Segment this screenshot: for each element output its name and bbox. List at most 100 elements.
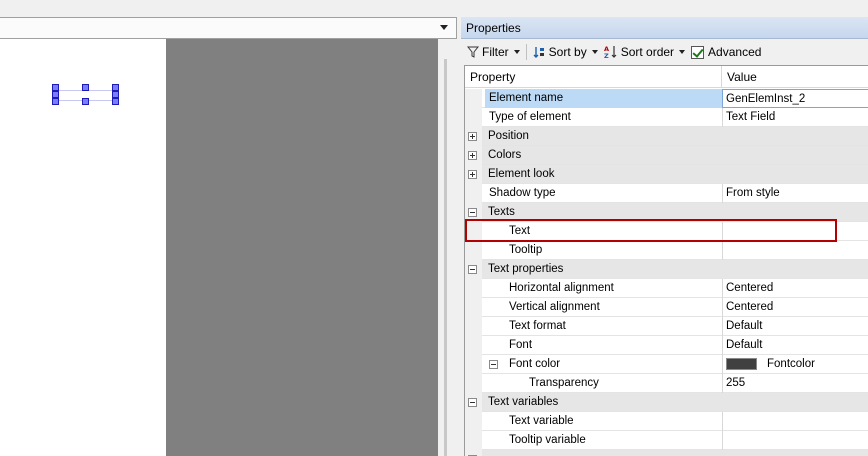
resize-handle-middle-right[interactable] bbox=[112, 91, 119, 98]
properties-panel-title: Properties bbox=[461, 17, 868, 39]
column-header-value[interactable]: Value bbox=[727, 70, 757, 84]
property-value[interactable] bbox=[722, 431, 868, 450]
property-category-row[interactable] bbox=[465, 450, 868, 456]
property-name: Element name bbox=[485, 89, 722, 108]
property-category-row[interactable]: Colors bbox=[465, 146, 868, 165]
chevron-down-icon[interactable] bbox=[440, 25, 448, 30]
resize-handle-top-left[interactable] bbox=[52, 84, 59, 91]
property-name: Font bbox=[509, 339, 533, 351]
property-name: Shadow type bbox=[489, 187, 556, 199]
property-value[interactable]: Text Field bbox=[722, 108, 868, 127]
expand-plus-icon[interactable] bbox=[468, 151, 477, 160]
canvas-outside-area bbox=[166, 39, 438, 456]
property-value[interactable]: From style bbox=[722, 184, 868, 203]
scrollbar-track[interactable] bbox=[444, 59, 447, 456]
property-name: Text variables bbox=[488, 396, 559, 408]
property-value[interactable] bbox=[722, 222, 868, 241]
collapse-minus-icon[interactable] bbox=[468, 208, 477, 217]
collapse-minus-icon[interactable] bbox=[489, 360, 498, 369]
row-gutter bbox=[465, 431, 482, 450]
property-name: Colors bbox=[488, 149, 522, 161]
property-row[interactable]: Font Default bbox=[465, 336, 868, 355]
resize-handle-top-center[interactable] bbox=[82, 84, 89, 91]
property-category-row[interactable]: Element look bbox=[465, 165, 868, 184]
property-value[interactable]: Fontcolor bbox=[722, 355, 868, 374]
sort-order-label: Sort order bbox=[620, 45, 675, 59]
advanced-toggle[interactable]: Advanced bbox=[691, 45, 761, 59]
property-name: Position bbox=[488, 130, 529, 142]
collapse-minus-icon[interactable] bbox=[468, 398, 477, 407]
property-row[interactable]: Vertical alignment Centered bbox=[465, 298, 868, 317]
property-name: Text bbox=[509, 225, 531, 237]
property-name: Text format bbox=[509, 320, 566, 332]
resize-handle-top-right[interactable] bbox=[112, 84, 119, 91]
property-value[interactable]: 255 bbox=[722, 374, 868, 393]
property-value[interactable]: Default bbox=[722, 336, 868, 355]
sort-by-button[interactable]: Sort by bbox=[533, 45, 598, 59]
collapse-minus-icon[interactable] bbox=[468, 265, 477, 274]
properties-toolbar: Filter Sort by A Z Sort order Advanced bbox=[461, 40, 868, 64]
property-row[interactable]: Horizontal alignment Centered bbox=[465, 279, 868, 298]
row-gutter bbox=[465, 108, 482, 127]
row-gutter bbox=[465, 374, 482, 393]
property-value[interactable]: Default bbox=[722, 317, 868, 336]
filter-icon bbox=[467, 46, 479, 58]
chevron-down-icon bbox=[679, 50, 686, 54]
font-color-name: Fontcolor bbox=[767, 358, 815, 370]
property-row[interactable]: Text variable bbox=[465, 412, 868, 431]
sort-order-az-icon: A Z bbox=[604, 45, 617, 59]
column-header-property[interactable]: Property bbox=[470, 70, 515, 84]
property-value bbox=[722, 165, 868, 184]
property-row[interactable]: Shadow type From style bbox=[465, 184, 868, 203]
resize-handle-bottom-center[interactable] bbox=[82, 98, 89, 105]
row-gutter bbox=[465, 222, 482, 241]
property-value[interactable]: GenElemInst_2 bbox=[722, 89, 868, 108]
resize-handle-bottom-left[interactable] bbox=[52, 98, 59, 105]
property-value bbox=[722, 393, 868, 412]
row-gutter bbox=[465, 317, 482, 336]
row-gutter bbox=[465, 298, 482, 317]
property-value bbox=[722, 146, 868, 165]
property-row[interactable]: Text bbox=[465, 222, 868, 241]
editor-header-bar bbox=[0, 17, 457, 39]
expand-plus-icon[interactable] bbox=[468, 132, 477, 141]
resize-handle-bottom-right[interactable] bbox=[112, 98, 119, 105]
advanced-checkbox[interactable] bbox=[691, 45, 705, 59]
sort-by-icon bbox=[533, 46, 544, 58]
toolbar-separator bbox=[525, 44, 527, 60]
property-value bbox=[722, 127, 868, 146]
resize-handle-middle-left[interactable] bbox=[52, 91, 59, 98]
property-row[interactable]: Font color Fontcolor bbox=[465, 355, 868, 374]
property-row[interactable]: Text format Default bbox=[465, 317, 868, 336]
expand-plus-icon[interactable] bbox=[468, 170, 477, 179]
property-row[interactable]: Element name GenElemInst_2 bbox=[465, 89, 868, 108]
property-row[interactable]: Type of element Text Field bbox=[465, 108, 868, 127]
properties-panel: Properties Filter Sort by A Z Sort order… bbox=[461, 17, 868, 456]
property-category-row[interactable]: Text properties bbox=[465, 260, 868, 279]
editor-vertical-scrollbar[interactable] bbox=[438, 39, 457, 456]
property-category-row[interactable]: Position bbox=[465, 127, 868, 146]
filter-button[interactable]: Filter bbox=[467, 45, 520, 59]
sort-order-button[interactable]: A Z Sort order bbox=[604, 45, 686, 59]
property-name: Transparency bbox=[529, 377, 599, 389]
property-category-row[interactable]: Texts bbox=[465, 203, 868, 222]
property-name: Text variable bbox=[509, 415, 574, 427]
property-category-row[interactable]: Text variables bbox=[465, 393, 868, 412]
property-value[interactable]: Centered bbox=[722, 298, 868, 317]
property-value[interactable]: Centered bbox=[722, 279, 868, 298]
chevron-down-icon bbox=[513, 50, 520, 54]
property-row[interactable]: Tooltip bbox=[465, 241, 868, 260]
property-value[interactable] bbox=[722, 412, 868, 431]
filter-label: Filter bbox=[482, 45, 509, 59]
row-gutter bbox=[465, 279, 482, 298]
property-name bbox=[484, 450, 488, 456]
font-color-swatch[interactable] bbox=[726, 357, 757, 370]
property-name: Tooltip bbox=[509, 244, 543, 256]
column-divider[interactable] bbox=[721, 66, 722, 88]
property-row[interactable]: Tooltip variable bbox=[465, 431, 868, 450]
property-value[interactable] bbox=[722, 241, 868, 260]
property-row[interactable]: Transparency 255 bbox=[465, 374, 868, 393]
property-name: Text properties bbox=[488, 263, 564, 275]
svg-text:Z: Z bbox=[604, 52, 609, 59]
app-window: Properties Filter Sort by A Z Sort order… bbox=[0, 0, 868, 456]
